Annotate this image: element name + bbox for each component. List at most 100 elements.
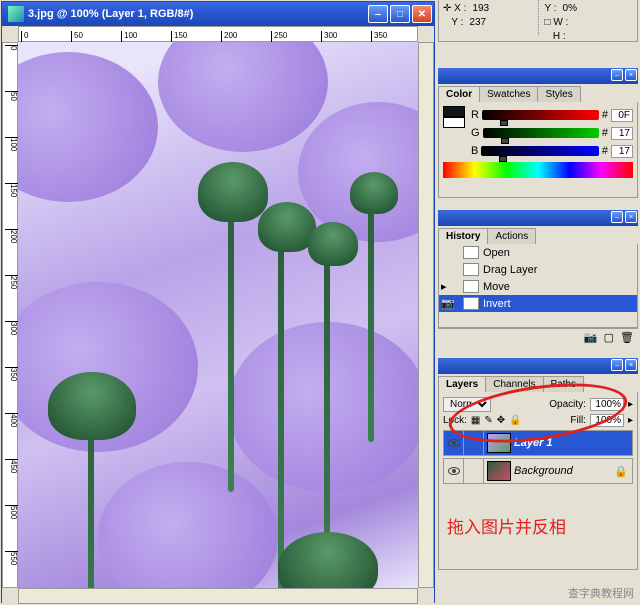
- watermark: 查字典教程网: [568, 585, 634, 601]
- info-x-val: 193: [472, 3, 489, 14]
- history-item[interactable]: ▸Move: [439, 278, 637, 295]
- panel-min-icon[interactable]: ‒: [611, 359, 623, 371]
- tab-swatches[interactable]: Swatches: [479, 86, 538, 102]
- invert-icon: [463, 297, 479, 310]
- bg-color[interactable]: [443, 117, 465, 128]
- color-well[interactable]: [443, 106, 465, 160]
- tab-styles[interactable]: Styles: [537, 86, 580, 102]
- drag-layer-icon: [463, 263, 479, 276]
- r-label: R: [471, 109, 479, 121]
- tab-history[interactable]: History: [438, 228, 488, 244]
- ruler-tick: 250: [271, 31, 287, 42]
- history-label: Invert: [483, 298, 511, 310]
- layer-row[interactable]: Background 🔒: [443, 458, 633, 484]
- ruler-tick: 400: [5, 413, 18, 427]
- layer-name[interactable]: Background: [514, 465, 573, 477]
- chevron-icon[interactable]: ▸: [628, 415, 633, 426]
- ruler-tick: 200: [5, 229, 18, 243]
- ruler-tick: 0: [21, 31, 28, 42]
- info-y-val: 237: [469, 17, 486, 28]
- doc-title: 3.jpg @ 100% (Layer 1, RGB/8#): [28, 8, 368, 20]
- r-input[interactable]: [611, 109, 633, 122]
- panel-bar[interactable]: ‒×: [438, 210, 638, 226]
- vertical-ruler[interactable]: 0 50 100 150 200 250 300 350 400 450 500…: [2, 42, 18, 588]
- panel-bar[interactable]: ‒×: [438, 358, 638, 374]
- new-doc-icon[interactable]: ▢: [604, 331, 614, 344]
- snapshot-icon[interactable]: 📷: [584, 331, 598, 344]
- history-panel: ‒× History Actions Open Drag Layer ▸Move…: [438, 210, 638, 348]
- canvas-image: [18, 42, 418, 588]
- color-tabs: Color Swatches Styles: [438, 84, 638, 102]
- canvas[interactable]: [18, 42, 418, 588]
- close-button[interactable]: ✕: [412, 5, 432, 23]
- b-label: B: [471, 145, 478, 157]
- eye-icon: [448, 439, 460, 447]
- g-input[interactable]: [611, 127, 633, 140]
- chevron-icon[interactable]: ▸: [628, 399, 633, 410]
- panel-close-icon[interactable]: ×: [625, 69, 637, 81]
- ruler-tick: 250: [5, 275, 18, 289]
- tab-actions[interactable]: Actions: [487, 228, 536, 244]
- horizontal-ruler[interactable]: 0 50 100 150 200 250 300 350: [18, 26, 418, 42]
- visibility-toggle[interactable]: [444, 459, 464, 483]
- panel-close-icon[interactable]: ×: [625, 359, 637, 371]
- ruler-tick: 50: [71, 31, 83, 42]
- panel-close-icon[interactable]: ×: [625, 211, 637, 223]
- fg-color[interactable]: [443, 106, 465, 117]
- ruler-tick: 150: [171, 31, 187, 42]
- history-tools: 📷 ▢ 🗑: [438, 328, 638, 346]
- ruler-tick: 300: [321, 31, 337, 42]
- ruler-tick: 200: [221, 31, 237, 42]
- g-label: G: [471, 127, 480, 139]
- history-label: Drag Layer: [483, 264, 537, 276]
- ruler-tick: 350: [5, 367, 18, 381]
- panel-bar[interactable]: ‒×: [438, 68, 638, 84]
- history-item[interactable]: Drag Layer: [439, 261, 637, 278]
- hash: #: [602, 127, 608, 139]
- spectrum-picker[interactable]: [443, 162, 633, 178]
- panel-min-icon[interactable]: ‒: [611, 69, 623, 81]
- history-label: Open: [483, 247, 510, 259]
- ruler-tick: 0: [5, 45, 18, 50]
- history-item-selected[interactable]: 📷Invert: [439, 295, 637, 312]
- history-item[interactable]: Open: [439, 244, 637, 261]
- b-input[interactable]: [611, 145, 633, 158]
- ruler-tick: 550: [5, 551, 18, 565]
- tab-layers[interactable]: Layers: [438, 376, 486, 392]
- trash-icon[interactable]: 🗑: [620, 331, 634, 344]
- document-window: 3.jpg @ 100% (Layer 1, RGB/8#) ‒ □ ✕ 0 5…: [1, 1, 435, 603]
- annotation-text: 拖入图片并反相: [447, 513, 566, 538]
- eye-icon: [448, 467, 460, 475]
- panel-min-icon[interactable]: ‒: [611, 211, 623, 223]
- ruler-tick: 50: [5, 91, 18, 101]
- info-panel: B :228 ✛ X :193 Y :237 X :9% Y :0% □ W :…: [438, 0, 638, 42]
- doc-icon: [8, 6, 24, 22]
- lock-icon: 🔒: [614, 465, 628, 478]
- move-icon: [463, 280, 479, 293]
- doc-body: 0 50 100 150 200 250 300 350 0 50 100 15…: [2, 26, 434, 604]
- vertical-scrollbar[interactable]: [418, 42, 434, 588]
- ruler-tick: 350: [371, 31, 387, 42]
- color-panel: ‒× Color Swatches Styles R # G # B #: [438, 68, 638, 198]
- maximize-button[interactable]: □: [390, 5, 410, 23]
- ruler-tick: 300: [5, 321, 18, 335]
- hash: #: [602, 109, 608, 121]
- b-slider[interactable]: [481, 146, 599, 156]
- info-y2-val: 0%: [563, 3, 577, 14]
- layer-thumbnail[interactable]: [487, 461, 511, 481]
- horizontal-scrollbar[interactable]: [18, 588, 418, 604]
- link-cell[interactable]: [464, 459, 484, 483]
- history-label: Move: [483, 281, 510, 293]
- ruler-tick: 150: [5, 183, 18, 197]
- minimize-button[interactable]: ‒: [368, 5, 388, 23]
- ruler-tick: 500: [5, 505, 18, 519]
- open-icon: [463, 246, 479, 259]
- r-slider[interactable]: [482, 110, 599, 120]
- doc-titlebar[interactable]: 3.jpg @ 100% (Layer 1, RGB/8#) ‒ □ ✕: [2, 2, 434, 26]
- hash: #: [602, 145, 608, 157]
- ruler-tick: 100: [121, 31, 137, 42]
- ruler-tick: 450: [5, 459, 18, 473]
- g-slider[interactable]: [483, 128, 599, 138]
- ruler-tick: 100: [5, 137, 18, 151]
- tab-color[interactable]: Color: [438, 86, 480, 102]
